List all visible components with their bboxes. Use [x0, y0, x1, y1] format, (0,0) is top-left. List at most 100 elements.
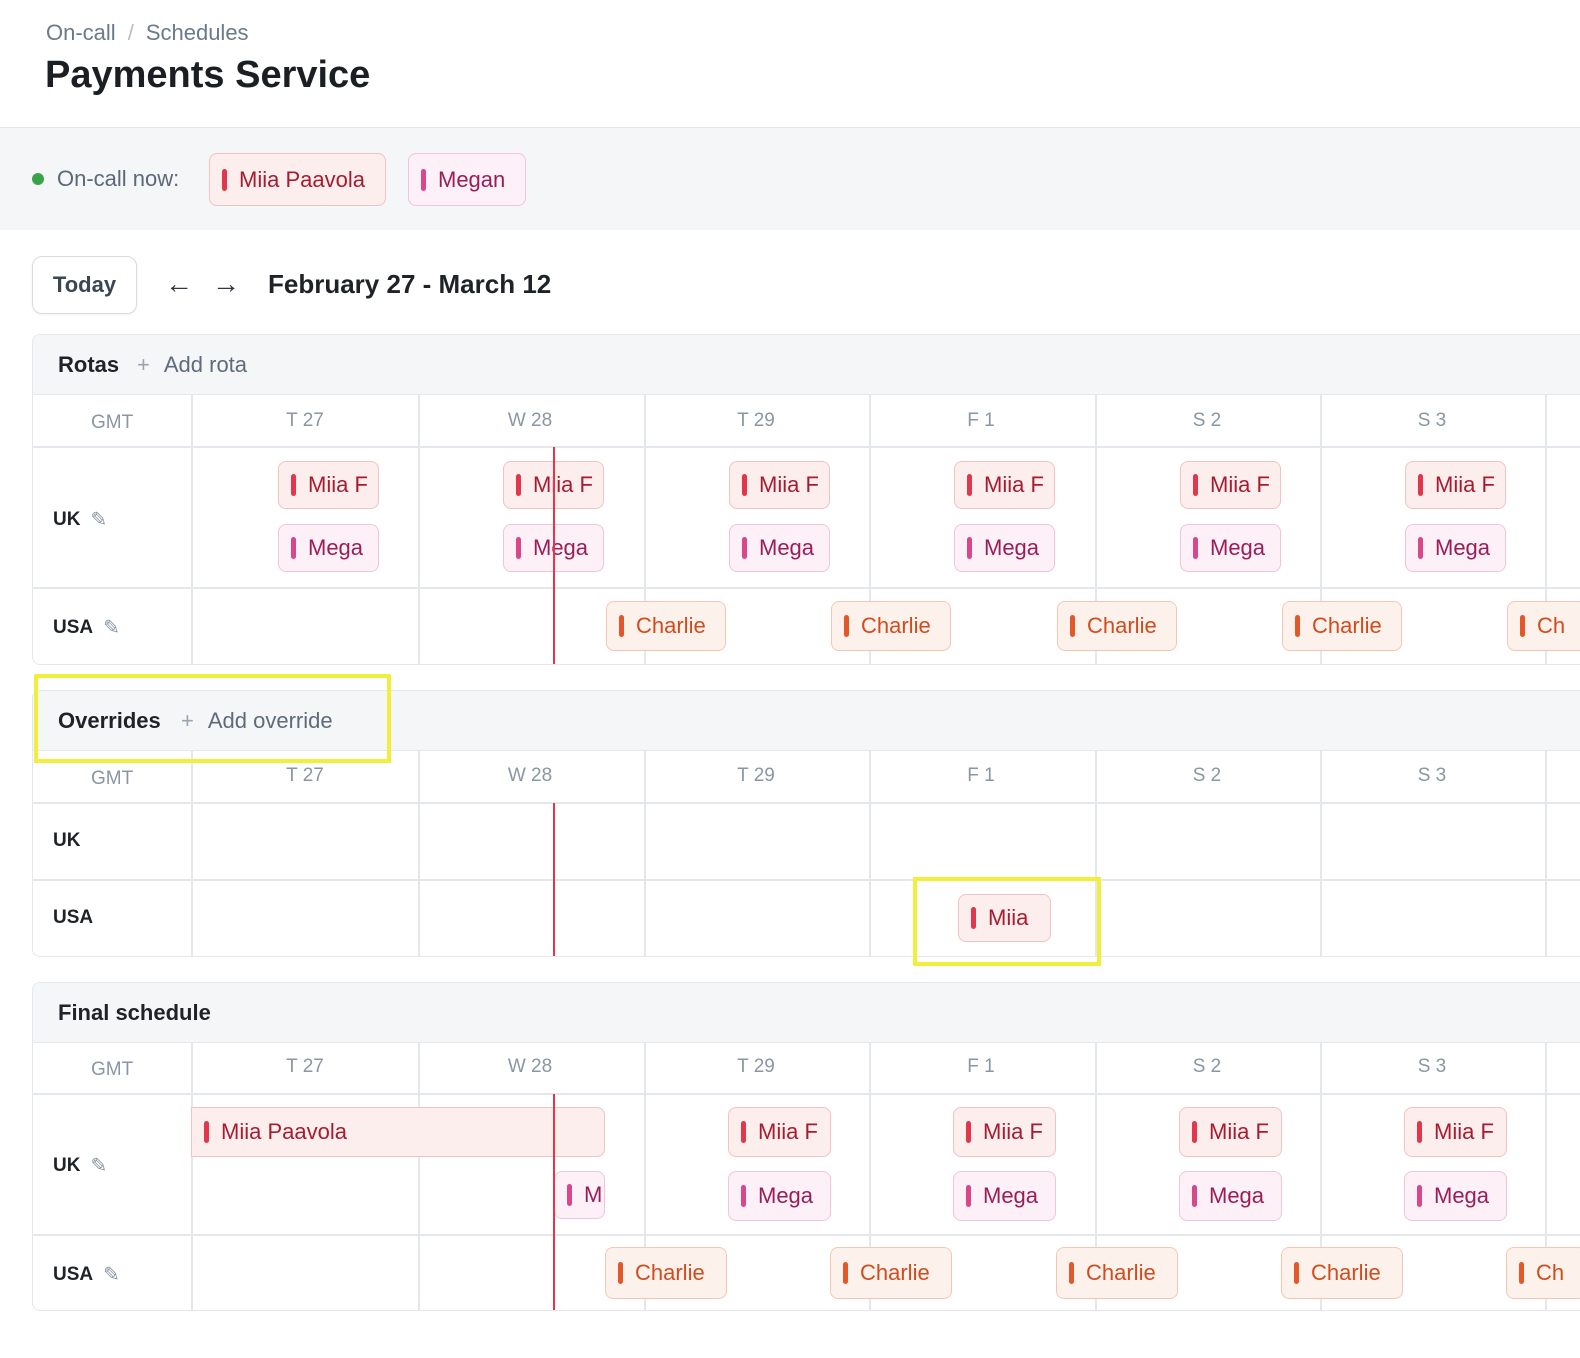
override-row-label: UK	[53, 830, 81, 851]
current-time-line	[553, 447, 555, 664]
color-bar-icon	[291, 474, 296, 496]
shift-person-name: Charlie	[1311, 1260, 1381, 1285]
shift-person-name: Charlie	[1312, 613, 1382, 638]
shift-chip[interactable]: Charlie	[1056, 1247, 1178, 1299]
edit-pencil-icon[interactable]: ✎	[103, 615, 120, 640]
shift-chip[interactable]: Charlie	[1282, 601, 1402, 651]
grid-line	[191, 751, 193, 956]
grid-line	[418, 751, 420, 956]
plus-icon: +	[181, 708, 194, 733]
shift-chip[interactable]: M	[554, 1171, 605, 1219]
shift-person-name: Mega	[1435, 535, 1491, 560]
shift-chip[interactable]: Miia F	[1180, 461, 1281, 509]
shift-chip[interactable]: Miia F	[1404, 1107, 1507, 1157]
color-bar-icon	[741, 1185, 746, 1207]
shift-chip[interactable]: Mega	[1405, 524, 1506, 572]
grid-line	[644, 751, 646, 956]
arrow-left-icon[interactable]: ←	[165, 268, 193, 300]
arrow-right-icon[interactable]: →	[212, 268, 240, 300]
timezone-label: GMT	[91, 768, 134, 789]
color-bar-icon	[1417, 1121, 1422, 1143]
color-bar-icon	[421, 168, 426, 191]
color-bar-icon	[1418, 474, 1423, 496]
color-bar-icon	[1520, 615, 1525, 637]
shift-chip[interactable]: Mega	[1404, 1171, 1507, 1221]
page-title: Payments Service	[45, 54, 371, 96]
final-row-label: UK ✎	[53, 1153, 107, 1178]
shift-person-name: Miia F	[984, 472, 1044, 497]
shift-person-name: Charlie	[860, 1260, 930, 1285]
override-shift-chip[interactable]: Miia	[958, 894, 1051, 942]
oncall-person-chip[interactable]: Miia Paavola	[209, 153, 386, 206]
shift-person-name: Mega	[1210, 535, 1266, 560]
page-header: On-call / Schedules Payments Service	[0, 0, 1580, 128]
shift-person-name: Miia F	[759, 472, 819, 497]
day-header: F 1	[967, 410, 995, 431]
shift-person-name: Charlie	[861, 613, 931, 638]
rota-row-label: UK ✎	[53, 507, 107, 532]
date-range-label: February 27 - March 12	[268, 269, 552, 299]
color-bar-icon	[1519, 1262, 1524, 1284]
shift-chip[interactable]: Miia F	[1405, 461, 1506, 509]
edit-pencil-icon[interactable]: ✎	[90, 1153, 107, 1178]
grid-line	[418, 1043, 420, 1310]
grid-line	[33, 587, 1580, 589]
shift-chip[interactable]: Ch	[1507, 601, 1580, 651]
shift-chip[interactable]: Miia F	[954, 461, 1055, 509]
shift-chip[interactable]: Charlie	[605, 1247, 727, 1299]
color-bar-icon	[1192, 1185, 1197, 1207]
oncall-person-chip[interactable]: Megan	[408, 153, 526, 206]
day-header: W 28	[507, 1056, 553, 1077]
grid-line	[33, 1093, 1580, 1095]
shift-person-name: Charlie	[636, 613, 706, 638]
shift-person-name: Mega	[983, 1183, 1039, 1208]
shift-chip[interactable]: Charlie	[1057, 601, 1177, 651]
edit-pencil-icon[interactable]: ✎	[90, 507, 107, 532]
color-bar-icon	[1417, 1185, 1422, 1207]
shift-chip[interactable]: Charlie	[606, 601, 726, 651]
grid-line	[1095, 751, 1097, 956]
shift-chip[interactable]: Mega	[953, 1171, 1056, 1221]
add-rota-button[interactable]: + Add rota	[137, 352, 247, 378]
add-rota-label: Add rota	[163, 352, 248, 377]
shift-chip[interactable]: Mega	[1180, 524, 1281, 572]
shift-chip[interactable]: Miia F	[1179, 1107, 1282, 1157]
shift-chip[interactable]: Charlie	[831, 601, 951, 651]
shift-chip[interactable]: Mega	[954, 524, 1055, 572]
grid-line	[33, 1234, 1580, 1236]
shift-chip[interactable]: Miia F	[278, 461, 379, 509]
edit-pencil-icon[interactable]: ✎	[103, 1262, 120, 1287]
shift-chip[interactable]: Charlie	[1281, 1247, 1403, 1299]
grid-line	[33, 802, 1580, 804]
shift-chip[interactable]: Mega	[728, 1171, 831, 1221]
shift-person-name: Miia F	[758, 1119, 818, 1144]
color-bar-icon	[742, 537, 747, 559]
overrides-title: Overrides	[58, 708, 161, 733]
grid-line	[33, 446, 1580, 448]
shift-chip[interactable]: Ch	[1506, 1247, 1580, 1299]
color-bar-icon	[619, 615, 624, 637]
today-button[interactable]: Today	[32, 256, 137, 314]
shift-chip[interactable]: Miia F	[729, 461, 830, 509]
day-header: W 28	[507, 410, 553, 431]
add-override-button[interactable]: + Add override	[181, 708, 333, 734]
oncall-now-label: On-call now:	[57, 166, 180, 191]
shift-chip[interactable]: Mega	[278, 524, 379, 572]
rotas-header: Rotas + Add rota	[33, 335, 1580, 395]
shift-chip[interactable]: Miia F	[953, 1107, 1056, 1157]
breadcrumb-schedules-link[interactable]: Schedules	[146, 20, 249, 46]
row-label-text: UK	[53, 1154, 81, 1176]
grid-line	[869, 751, 871, 956]
day-header: S 2	[1192, 410, 1222, 431]
color-bar-icon	[1295, 615, 1300, 637]
color-bar-icon	[516, 474, 521, 496]
color-bar-icon	[516, 537, 521, 559]
row-label-text: UK	[53, 508, 81, 530]
breadcrumb-oncall-link[interactable]: On-call	[46, 20, 116, 46]
shift-chip[interactable]: Charlie	[830, 1247, 952, 1299]
final-schedule-header: Final schedule	[33, 983, 1580, 1043]
shift-chip[interactable]: Miia F	[728, 1107, 831, 1157]
shift-chip[interactable]: Mega	[1179, 1171, 1282, 1221]
shift-chip[interactable]: Miia Paavola	[191, 1107, 605, 1157]
shift-chip[interactable]: Mega	[729, 524, 830, 572]
